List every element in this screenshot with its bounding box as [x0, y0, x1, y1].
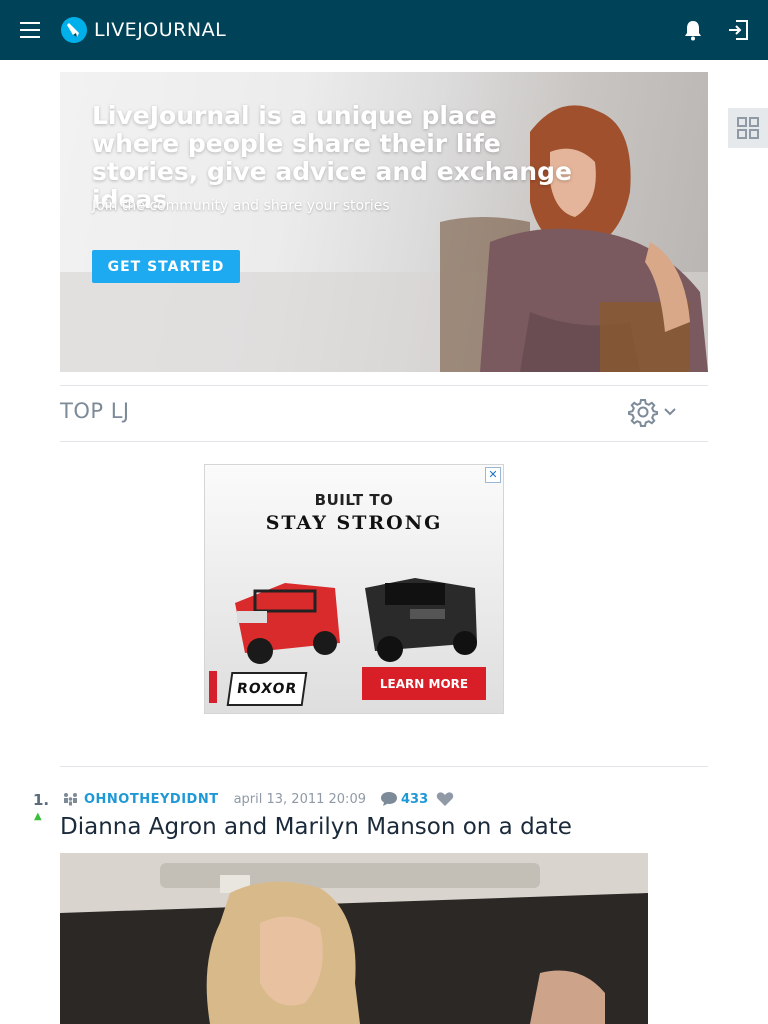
hero-banner: LiveJournal is a unique place where peop… — [60, 72, 708, 372]
chevron-down-icon[interactable] — [664, 407, 676, 417]
advertisement-banner[interactable]: ✕ BUILT TO STAY STRONG ROXOR LEARN MORE — [204, 464, 504, 714]
top-navigation-bar: LIVEJOURNAL — [0, 0, 768, 60]
bell-icon[interactable] — [682, 19, 704, 41]
ad-close-icon[interactable]: ✕ — [485, 467, 501, 483]
top-lj-header: TOP LJ — [60, 385, 708, 442]
post-rank: 1. — [33, 791, 50, 809]
post-photo — [60, 853, 648, 1024]
comments-link[interactable]: 433 — [380, 791, 428, 807]
ad-headline-line2: STAY STRONG — [265, 512, 443, 534]
menu-icon[interactable] — [20, 21, 40, 39]
get-started-button[interactable]: GET STARTED — [92, 250, 240, 283]
ad-side-label — [209, 671, 217, 703]
comment-icon — [380, 792, 397, 806]
hero-subtitle: Join the community and share your storie… — [92, 198, 390, 214]
gear-icon[interactable] — [628, 397, 658, 427]
post-author-link[interactable]: OHNOTHEYDIDNT — [84, 792, 219, 807]
learn-more-button[interactable]: LEARN MORE — [362, 667, 486, 700]
heart-icon[interactable] — [436, 791, 454, 807]
grid-icon — [737, 117, 759, 139]
comment-count: 433 — [400, 791, 429, 807]
section-divider — [60, 766, 708, 767]
logo-text: LIVEJOURNAL — [94, 19, 227, 41]
login-icon[interactable] — [727, 19, 749, 41]
community-icon — [64, 793, 77, 806]
post-image[interactable] — [60, 853, 648, 1024]
ad-vehicles-image — [235, 578, 477, 664]
livejournal-logo[interactable]: LIVEJOURNAL — [60, 15, 226, 45]
rank-trend-up-icon: ▲ — [34, 811, 42, 822]
post-title-link[interactable]: Dianna Agron and Marilyn Manson on a dat… — [60, 814, 572, 840]
ad-brand-logo: ROXOR — [226, 672, 308, 706]
top-lj-title: TOP LJ — [60, 399, 130, 423]
livejournal-logo-icon — [61, 17, 87, 43]
post-meta: OHNOTHEYDIDNT april 13, 2011 20:09 433 — [62, 789, 454, 809]
ad-headline-line1: BUILT TO — [314, 491, 394, 509]
sidebar-toggle-button[interactable] — [728, 108, 768, 148]
post-date: april 13, 2011 20:09 — [233, 791, 366, 807]
